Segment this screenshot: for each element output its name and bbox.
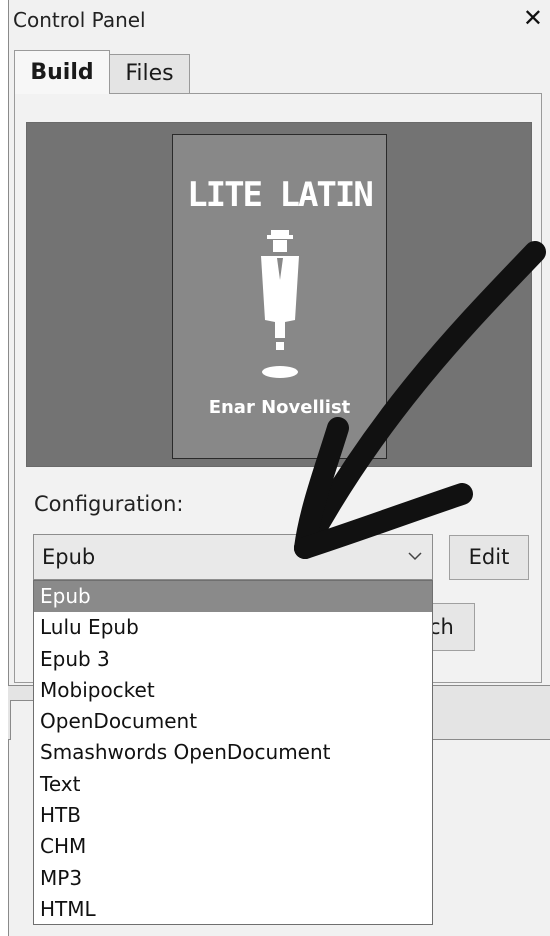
configuration-dropdown-list[interactable]: Epub Lulu Epub Epub 3 Mobipocket OpenDoc…: [33, 580, 433, 925]
cover-image: LITE LATIN Enar Novellist: [172, 134, 387, 459]
edit-button[interactable]: Edit: [449, 535, 529, 580]
dropdown-option-html[interactable]: HTML: [34, 894, 432, 925]
dropdown-option-mobipocket[interactable]: Mobipocket: [34, 675, 432, 706]
dropdown-option-chm[interactable]: CHM: [34, 831, 432, 862]
dropdown-option-text[interactable]: Text: [34, 769, 432, 800]
cover-author: Enar Novellist: [208, 397, 351, 418]
titlebar: Control Panel ✕: [9, 0, 550, 40]
dropdown-option-epub-3[interactable]: Epub 3: [34, 644, 432, 675]
dropdown-option-htb[interactable]: HTB: [34, 800, 432, 831]
tab-files[interactable]: Files: [110, 54, 190, 94]
close-icon[interactable]: ✕: [523, 4, 543, 32]
chevron-down-icon: [408, 552, 422, 561]
dropdown-option-lulu-epub[interactable]: Lulu Epub: [34, 612, 432, 643]
figure-icon: [261, 230, 299, 378]
configuration-select[interactable]: Epub: [33, 534, 433, 580]
configuration-label: Configuration:: [34, 492, 184, 516]
dropdown-option-mp3[interactable]: MP3: [34, 863, 432, 894]
tab-build[interactable]: Build: [14, 50, 110, 94]
cover-title: LITE LATIN: [187, 175, 374, 215]
configuration-selected-value: Epub: [42, 545, 96, 569]
dropdown-option-opendocument[interactable]: OpenDocument: [34, 706, 432, 737]
window-title: Control Panel: [13, 8, 146, 32]
dropdown-option-smashwords-opendocument[interactable]: Smashwords OpenDocument: [34, 737, 432, 768]
dropdown-option-epub[interactable]: Epub: [34, 581, 432, 613]
